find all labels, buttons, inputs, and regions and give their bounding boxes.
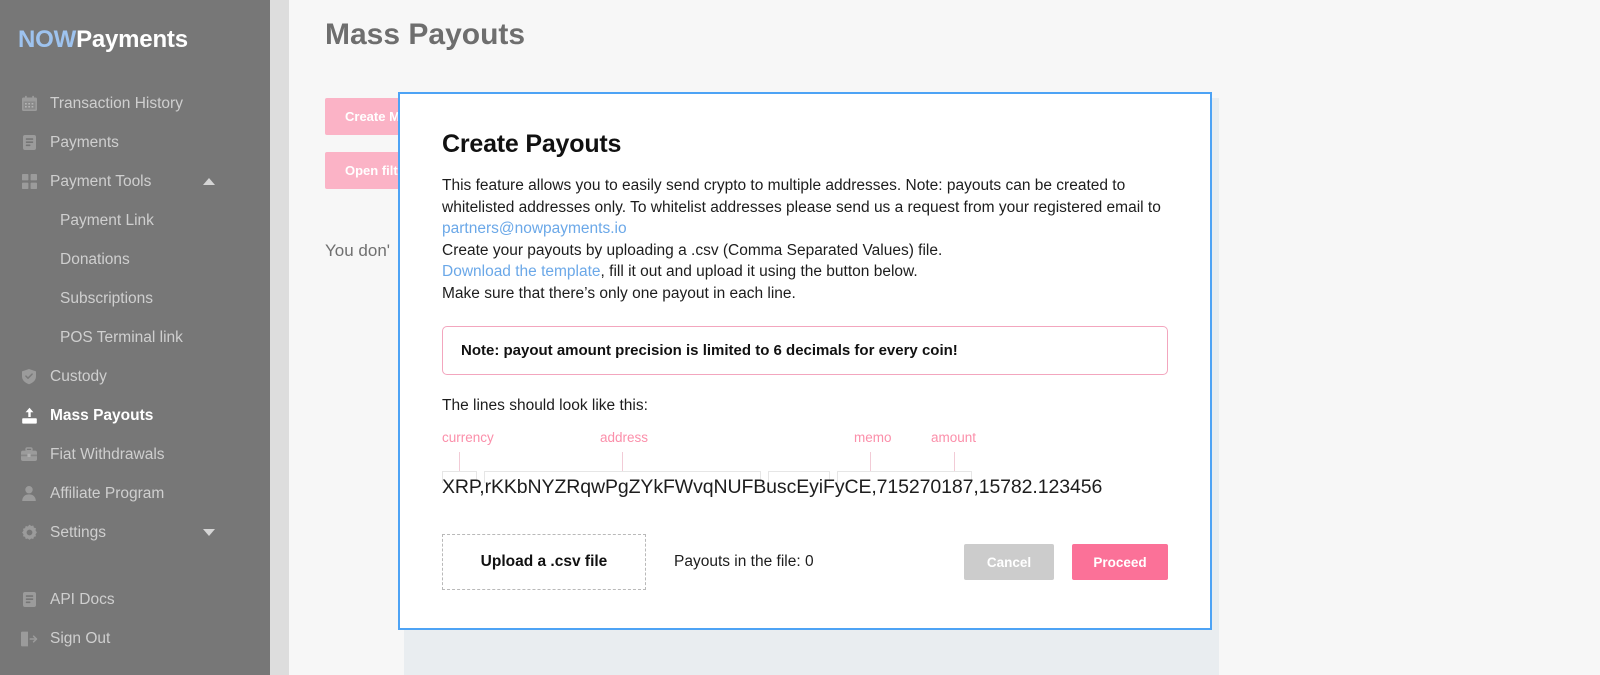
download-template-link[interactable]: Download the template [442, 263, 601, 280]
briefcase-icon [18, 445, 40, 465]
sidebar-item-label: Affiliate Program [50, 484, 165, 502]
sidebar-divider-gap [0, 552, 270, 580]
document-icon [18, 590, 40, 610]
sidebar-item-label: Donations [60, 250, 130, 268]
sidebar: NOWPayments Transaction History Payments [0, 0, 270, 675]
partners-email-link[interactable]: partners@nowpayments.io [442, 220, 627, 237]
sign-out-icon [18, 629, 40, 649]
sidebar-item-fiat-withdrawals[interactable]: Fiat Withdrawals [0, 435, 270, 474]
modal-desc-paragraph-3: , fill it out and upload it using the bu… [600, 263, 918, 280]
proceed-button[interactable]: Proceed [1072, 544, 1168, 580]
sidebar-item-settings[interactable]: Settings [0, 513, 270, 552]
sidebar-item-subscriptions[interactable]: Subscriptions [0, 279, 270, 318]
app-root: NOWPayments Transaction History Payments [0, 0, 1600, 675]
sidebar-item-pos-terminal-link[interactable]: POS Terminal link [0, 318, 270, 357]
sidebar-item-mass-payouts[interactable]: Mass Payouts [0, 396, 270, 435]
sidebar-item-payments[interactable]: Payments [0, 123, 270, 162]
csv-label-address: address [600, 430, 649, 445]
precision-note-box: Note: payout amount precision is limited… [442, 326, 1168, 375]
modal-desc-paragraph-1: This feature allows you to easily send c… [442, 177, 1161, 216]
sidebar-item-label: Mass Payouts [50, 406, 154, 424]
csv-label-memo: memo [854, 430, 892, 445]
sidebar-item-transaction-history[interactable]: Transaction History [0, 84, 270, 123]
modal-desc-paragraph-4: Make sure that there’s only one payout i… [442, 284, 796, 302]
precision-note-text: Note: payout amount precision is limited… [461, 342, 958, 359]
empty-state-text: You don' [325, 241, 391, 260]
chevron-up-icon[interactable] [203, 178, 215, 185]
sidebar-item-custody[interactable]: Custody [0, 357, 270, 396]
document-icon [18, 133, 40, 153]
csv-tick-memo [870, 452, 871, 471]
payouts-in-file-count: Payouts in the file: 0 [674, 553, 814, 570]
sidebar-item-label: Transaction History [50, 94, 183, 112]
modal-desc-paragraph-2: Create your payouts by uploading a .csv … [442, 241, 943, 259]
cancel-button[interactable]: Cancel [964, 544, 1054, 580]
person-icon [18, 484, 40, 504]
modal-footer: Upload a .csv file Payouts in the file: … [442, 534, 1168, 590]
upload-icon [18, 406, 40, 426]
gear-icon [18, 523, 40, 543]
create-payouts-modal: Create Payouts This feature allows you t… [398, 92, 1212, 630]
sidebar-item-label: POS Terminal link [60, 328, 183, 346]
calendar-icon [18, 94, 40, 114]
shield-check-icon [18, 367, 40, 387]
sidebar-item-label: Subscriptions [60, 289, 154, 307]
csv-label-amount: amount [931, 430, 977, 445]
lines-hint-label: The lines should look like this: [442, 397, 648, 414]
brand-logo[interactable]: NOWPayments [0, 20, 270, 54]
brand-suffix: Payments [76, 26, 188, 53]
sidebar-scrollbar[interactable] [270, 0, 289, 675]
sidebar-item-payment-link[interactable]: Payment Link [0, 201, 270, 240]
sidebar-item-sign-out[interactable]: Sign Out [0, 619, 270, 658]
sidebar-item-affiliate-program[interactable]: Affiliate Program [0, 474, 270, 513]
sidebar-item-label: Sign Out [50, 629, 111, 647]
sidebar-nav: Transaction History Payments Payment Too… [0, 84, 270, 658]
sidebar-item-label: API Docs [50, 590, 115, 608]
brand-prefix: NOW [18, 26, 77, 53]
chevron-down-icon[interactable] [203, 529, 215, 536]
csv-format-diagram: currency address memo amount XRP,rKKbNYZ… [442, 430, 1168, 510]
sidebar-item-label: Fiat Withdrawals [50, 445, 165, 463]
sidebar-item-donations[interactable]: Donations [0, 240, 270, 279]
sidebar-item-label: Payments [50, 133, 119, 151]
csv-tick-address [622, 452, 623, 471]
csv-tick-currency [459, 452, 460, 471]
sidebar-item-api-docs[interactable]: API Docs [0, 580, 270, 619]
csv-example-line: XRP,rKKbNYZRqwPgZYkFWvqNUFBuscEyiFyCE,71… [442, 476, 1103, 498]
grid-icon [18, 172, 40, 192]
sidebar-item-label: Custody [50, 367, 107, 385]
sidebar-item-label: Payment Tools [50, 172, 152, 190]
modal-description: This feature allows you to easily send c… [442, 175, 1168, 304]
modal-title: Create Payouts [442, 130, 622, 158]
csv-tick-amount [954, 452, 955, 471]
upload-csv-label: Upload a .csv file [480, 553, 608, 570]
sidebar-item-label: Settings [50, 523, 107, 541]
csv-label-currency: currency [442, 430, 494, 445]
sidebar-item-payment-tools[interactable]: Payment Tools [0, 162, 270, 201]
page-title: Mass Payouts [325, 18, 526, 51]
sidebar-item-label: Payment Link [60, 211, 154, 229]
upload-csv-button[interactable]: Upload a .csv file [442, 534, 646, 590]
